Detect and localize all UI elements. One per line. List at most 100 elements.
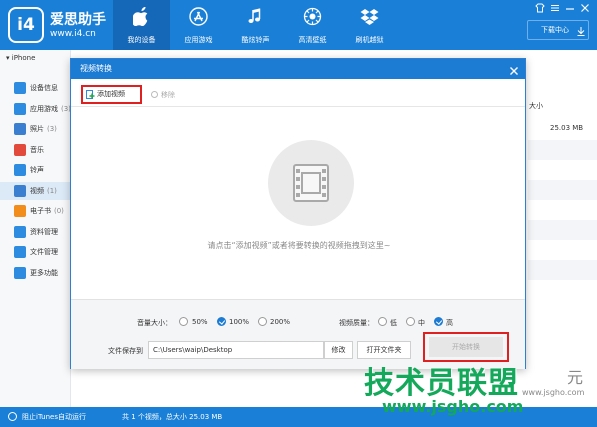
bell-icon [14,164,26,176]
start-convert-button[interactable]: 开始转换 [429,337,503,357]
sidebar-item-label: 设备信息 [30,84,58,92]
save-path-field[interactable]: C:\Users\waip\Desktop [148,341,324,359]
sidebar-item-label: 文件管理 [30,248,58,256]
nav-label: 高清壁纸 [298,36,327,44]
sidebar-item[interactable]: 设备信息 [0,79,71,97]
size-column-header: 大小 [529,102,543,110]
music-icon [14,144,26,156]
sidebar-item-label: 照片 [30,125,44,133]
dialog-close-icon[interactable] [509,64,519,75]
add-file-icon [86,90,95,99]
table-row [528,180,597,200]
sidebar-item[interactable]: 照片 (3) [0,120,71,138]
volume-option-label: 100% [229,318,250,326]
nav-my-device[interactable]: 我的设备 [113,0,170,50]
table-row [528,140,597,160]
brand-url: www.i4.cn [50,29,96,39]
itunes-autorun-toggle[interactable]: 阻止iTunes自动运行 [8,412,86,422]
brand-name: 爱思助手 [50,12,106,28]
apple-icon [132,7,151,26]
main-nav: 我的设备 应用游戏 酷炫铃声 高清壁纸 刷机越狱 [113,0,398,50]
remove-label: 移除 [161,91,175,99]
volume-option-label: 200% [270,318,291,326]
nav-apps[interactable]: 应用游戏 [170,0,227,50]
save-to-label: 文件保存到 [108,347,143,355]
modify-path-button[interactable]: 修改 [324,341,353,359]
grid-icon [14,267,26,279]
sidebar-item[interactable]: 音乐 [0,141,71,159]
info-icon [14,82,26,94]
sidebar-item[interactable]: 电子书 (0) [0,202,71,220]
skin-icon[interactable] [535,3,545,13]
volume-50-radio[interactable] [179,317,188,326]
empty-state-circle [268,140,354,226]
nav-label: 刷机越狱 [355,36,384,44]
table-row [528,260,597,280]
sidebar-item[interactable]: 更多功能 [0,264,71,282]
volume-100-radio[interactable] [217,317,226,326]
logo-mark: i4 [8,7,44,43]
sidebar-item-label: 视频 [30,187,44,195]
quality-high-radio[interactable] [434,317,443,326]
watermark-url: www.jsgho.com [382,397,524,416]
sidebar-item-label: 更多功能 [30,269,58,277]
wallpaper-icon [303,7,322,26]
quality-option-label: 低 [390,319,397,327]
video-icon [14,185,26,197]
menu-icon[interactable] [550,3,560,13]
watermark: 技术员联盟 元 www.jsgho.com www.jsgho.com [364,358,597,422]
remove-button[interactable]: 移除 [151,90,175,100]
sidebar-item[interactable]: 铃声 [0,161,71,179]
photo-icon [14,123,26,135]
sidebar-item[interactable]: 应用游戏 (3) [0,100,71,118]
add-video-button[interactable]: 添加视频 [81,85,142,104]
sidebar-item[interactable]: 文件管理 [0,243,71,261]
volume-label: 音量大小： [137,319,172,327]
volume-200-radio[interactable] [258,317,267,326]
open-folder-button[interactable]: 打开文件夹 [357,341,411,359]
sidebar-item-label: 电子书 [30,207,51,215]
quality-low-radio[interactable] [378,317,387,326]
status-summary: 共 1 个视频，总大小 25.03 MB [122,413,223,421]
app-store-icon [189,7,208,26]
nav-label: 应用游戏 [184,36,213,44]
sidebar-item-label: 应用游戏 [30,105,58,113]
watermark-url-small: www.jsgho.com [522,388,585,397]
close-icon[interactable] [580,3,590,13]
toggle-circle-icon [8,412,17,421]
download-center-button[interactable]: 下载中心 [527,20,589,40]
collapse-triangle-icon: ▾ [6,54,10,62]
drop-hint-text: 请点击“添加视频”或者将要转换的视频拖拽到这里~ [207,241,391,250]
itunes-toggle-label: 阻止iTunes自动运行 [22,413,86,421]
sidebar-item-label: 音乐 [30,146,44,154]
add-video-label: 添加视频 [97,90,125,98]
device-header[interactable]: ▾ iPhone [0,54,71,68]
app-logo[interactable]: i4 爱思助手 www.i4.cn [8,7,118,43]
ebook-icon [14,205,26,217]
contacts-icon [14,226,26,238]
app-header: i4 爱思助手 www.i4.cn 我的设备 应用游戏 酷炫铃声 高清壁纸 刷机… [0,0,597,50]
table-row [528,220,597,240]
download-center-label: 下载中心 [541,26,569,34]
file-size-cell: 25.03 MB [550,124,584,132]
music-note-icon [246,7,265,26]
download-arrow-icon [577,25,585,43]
quality-medium-radio[interactable] [406,317,415,326]
minimize-icon[interactable] [565,3,575,13]
quality-label: 视频质量： [339,319,374,327]
nav-ringtones[interactable]: 酷炫铃声 [227,0,284,50]
dialog-toolbar: 添加视频 移除 [71,79,525,107]
nav-wallpapers[interactable]: 高清壁纸 [284,0,341,50]
device-name: iPhone [11,54,36,62]
sidebar-item[interactable]: 资料管理 [0,223,71,241]
sidebar-item-count: (1) [47,187,57,195]
sidebar-item-count: (0) [54,207,64,215]
nav-label: 我的设备 [127,36,156,44]
sidebar-item-label: 铃声 [30,166,44,174]
dialog-title-text: 视频转换 [80,64,112,73]
sidebar-item-count: (3) [47,125,57,133]
sidebar-item[interactable]: 视频 (1) [0,182,71,200]
remove-icon [151,91,158,98]
nav-label: 酷炫铃声 [241,36,270,44]
nav-flash-jailbreak[interactable]: 刷机越狱 [341,0,398,50]
